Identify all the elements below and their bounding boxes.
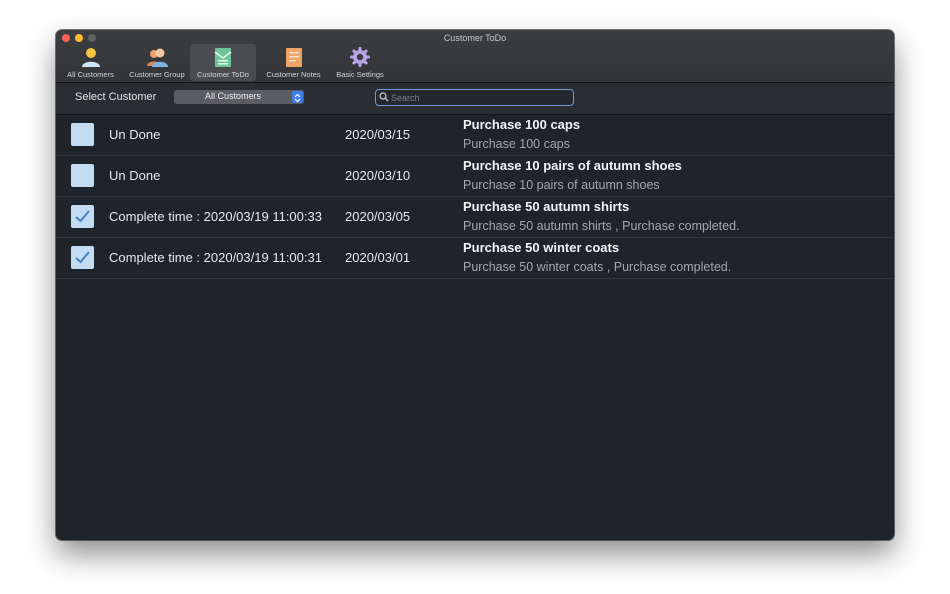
search-input[interactable] <box>391 90 566 105</box>
filter-bar: Select Customer All Customers <box>56 83 894 115</box>
select-stepper-icon <box>292 91 303 103</box>
todo-list: Un Done 2020/03/15 Purchase 100 caps Pur… <box>56 115 894 279</box>
todo-status: Complete time : 2020/03/19 11:00:31 <box>109 250 322 265</box>
select-customer-label: Select Customer <box>75 91 157 103</box>
todo-checkbox[interactable] <box>71 164 94 187</box>
todo-checkbox[interactable] <box>71 246 94 269</box>
todo-status: Un Done <box>109 168 161 183</box>
todo-title: Purchase 50 winter coats <box>463 240 620 255</box>
todo-status: Un Done <box>109 127 161 142</box>
todo-envelope-icon <box>214 48 232 67</box>
toolbar-customer-notes[interactable]: Customer Notes <box>261 44 326 81</box>
person-icon <box>81 48 100 67</box>
toolbar-customer-todo[interactable]: Customer ToDo <box>190 44 256 81</box>
toolbar-label: Customer ToDo <box>197 70 249 79</box>
search-icon <box>379 92 389 102</box>
todo-checkbox[interactable] <box>71 123 94 146</box>
window-title: Customer ToDo <box>443 33 507 43</box>
todo-date: 2020/03/01 <box>345 250 411 265</box>
notes-icon <box>285 48 302 67</box>
customer-select-value: All Customers <box>204 91 261 101</box>
search-field[interactable] <box>375 89 574 106</box>
todo-description: Purchase 50 autumn shirts , Purchase com… <box>463 219 740 233</box>
checkmark-icon <box>75 210 90 223</box>
app-window: Customer ToDo All Customers Customer Gro… <box>56 30 894 540</box>
todo-title: Purchase 100 caps <box>463 117 581 132</box>
titlebar: Customer ToDo All Customers Customer Gro… <box>56 30 894 83</box>
todo-status: Complete time : 2020/03/19 11:00:33 <box>109 209 322 224</box>
gear-icon <box>350 47 370 67</box>
todo-row[interactable]: Un Done 2020/03/15 Purchase 100 caps Pur… <box>56 115 894 156</box>
toolbar-label: Basic Settings <box>336 70 384 79</box>
todo-description: Purchase 10 pairs of autumn shoes <box>463 178 660 192</box>
todo-title: Purchase 10 pairs of autumn shoes <box>463 158 682 173</box>
toolbar-label: Customer Notes <box>266 70 321 79</box>
todo-title: Purchase 50 autumn shirts <box>463 199 630 214</box>
toolbar-label: All Customers <box>67 70 114 79</box>
todo-row[interactable]: Complete time : 2020/03/19 11:00:31 2020… <box>56 238 894 279</box>
todo-row[interactable]: Un Done 2020/03/10 Purchase 10 pairs of … <box>56 156 894 197</box>
todo-date: 2020/03/10 <box>345 168 411 183</box>
customer-select[interactable]: All Customers <box>174 90 304 104</box>
todo-description: Purchase 100 caps <box>463 137 571 151</box>
toolbar-all-customers[interactable]: All Customers <box>62 44 119 81</box>
todo-row[interactable]: Complete time : 2020/03/19 11:00:33 2020… <box>56 197 894 238</box>
todo-date: 2020/03/15 <box>345 127 411 142</box>
todo-description: Purchase 50 winter coats , Purchase comp… <box>463 260 732 274</box>
toolbar-customer-group[interactable]: Customer Group <box>126 44 188 81</box>
toolbar-basic-settings[interactable]: Basic Settings <box>331 44 389 81</box>
checkmark-icon <box>75 251 90 264</box>
todo-date: 2020/03/05 <box>345 209 411 224</box>
todo-checkbox[interactable] <box>71 205 94 228</box>
toolbar-label: Customer Group <box>129 70 185 79</box>
group-icon <box>147 48 168 67</box>
